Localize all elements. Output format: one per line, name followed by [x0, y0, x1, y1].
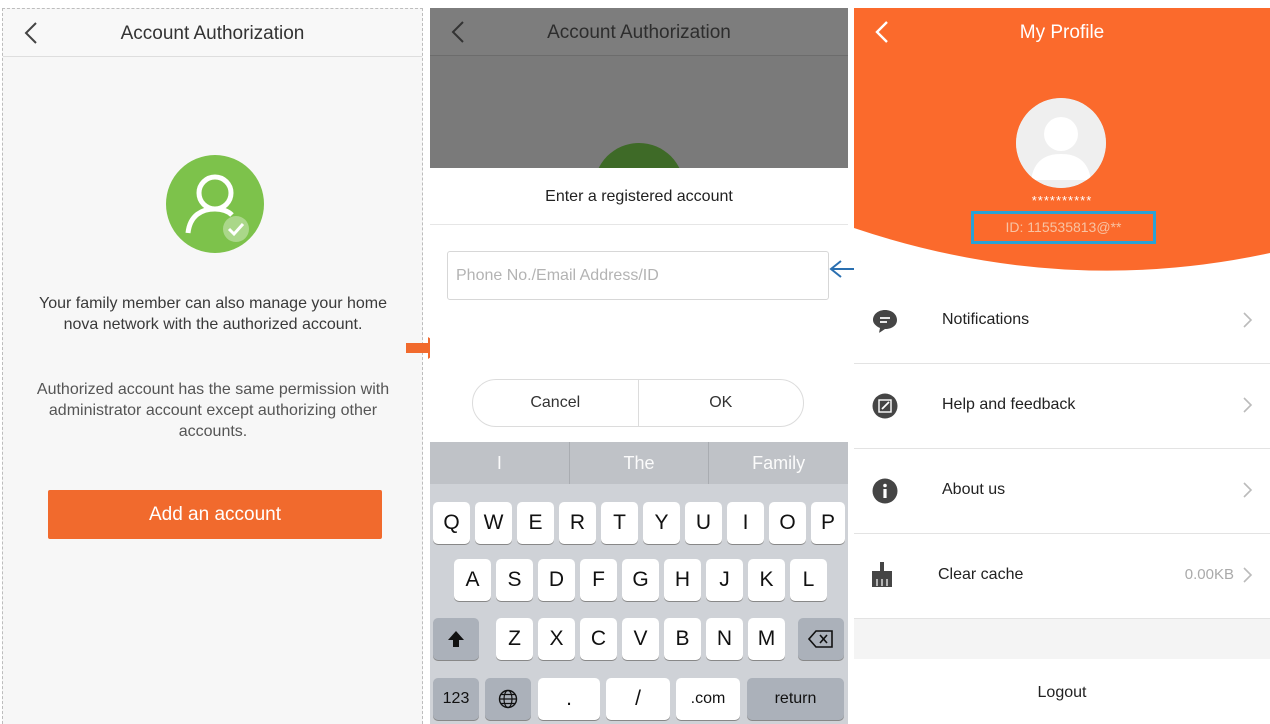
- shift-key[interactable]: [433, 618, 479, 660]
- menu-item-clear-cache[interactable]: Clear cache 0.00KB: [854, 534, 1270, 619]
- avatar[interactable]: [1016, 98, 1106, 188]
- globe-icon: [498, 689, 518, 709]
- page-title: Account Authorization: [120, 23, 305, 44]
- screenshot-collage: Account Authorization Your family member…: [0, 0, 1270, 724]
- key-j[interactable]: J: [706, 559, 743, 601]
- key-e[interactable]: E: [517, 502, 554, 544]
- key-o[interactable]: O: [769, 502, 806, 544]
- key-m[interactable]: M: [748, 618, 785, 660]
- key-w[interactable]: W: [475, 502, 512, 544]
- key-s[interactable]: S: [496, 559, 533, 601]
- nav-bar: Account Authorization: [430, 8, 848, 56]
- key-c[interactable]: C: [580, 618, 617, 660]
- menu-item-label: Help and feedback: [942, 396, 1076, 413]
- dialog-title: Enter a registered account: [545, 188, 733, 205]
- keyboard: I The Family Q W E R T Y U I O P A S D F…: [430, 442, 848, 724]
- key-f[interactable]: F: [580, 559, 617, 601]
- page-title: Account Authorization: [547, 22, 731, 43]
- enter-account-screen: Account Authorization Enter a registered…: [430, 8, 848, 724]
- edit-icon: [872, 393, 898, 419]
- info-icon: [872, 478, 898, 504]
- my-profile-screen: My Profile ********** ID: 115535813@** N…: [854, 8, 1270, 724]
- key-x[interactable]: X: [538, 618, 575, 660]
- menu-item-label: Notifications: [942, 311, 1030, 328]
- prediction-3[interactable]: Family: [708, 442, 848, 484]
- key-dotcom[interactable]: .com: [676, 678, 740, 720]
- authorized-user-icon: [166, 155, 264, 253]
- permission-note: Authorized account has the same permissi…: [36, 381, 390, 440]
- menu-item-notifications[interactable]: Notifications: [854, 279, 1270, 364]
- key-v[interactable]: V: [622, 618, 659, 660]
- key-y[interactable]: Y: [643, 502, 680, 544]
- section-divider: [854, 619, 1270, 659]
- key-r[interactable]: R: [559, 502, 596, 544]
- numbers-key[interactable]: 123: [433, 678, 479, 720]
- key-u[interactable]: U: [685, 502, 722, 544]
- enter-account-dialog: Enter a registered account Cancel OK: [430, 168, 848, 442]
- key-b[interactable]: B: [664, 618, 701, 660]
- username: **********: [1031, 193, 1093, 208]
- page-title: My Profile: [1019, 22, 1105, 43]
- prediction-1[interactable]: I: [430, 442, 569, 484]
- key-slash[interactable]: /: [606, 678, 670, 720]
- menu-item-about-us[interactable]: About us: [854, 449, 1270, 534]
- key-l[interactable]: L: [790, 559, 827, 601]
- backspace-key[interactable]: [798, 618, 844, 660]
- globe-key[interactable]: [485, 678, 531, 720]
- menu-item-label: Clear cache: [938, 566, 1024, 583]
- shift-arrow-icon: [448, 631, 464, 647]
- chat-bubble-icon: [873, 310, 897, 333]
- chevron-right-icon: [1243, 397, 1253, 413]
- return-key[interactable]: return: [747, 678, 844, 720]
- cancel-button[interactable]: Cancel: [473, 380, 638, 426]
- key-d[interactable]: D: [538, 559, 575, 601]
- chevron-right-icon: [1243, 312, 1253, 328]
- menu-item-label: About us: [942, 481, 1006, 498]
- key-n[interactable]: N: [706, 618, 743, 660]
- divider: [430, 224, 848, 225]
- key-a[interactable]: A: [454, 559, 491, 601]
- key-q[interactable]: Q: [433, 502, 470, 544]
- account-input[interactable]: [447, 251, 829, 300]
- backspace-icon: [807, 630, 833, 648]
- add-account-button[interactable]: Add an account: [48, 490, 382, 539]
- key-t[interactable]: T: [601, 502, 638, 544]
- key-g[interactable]: G: [622, 559, 659, 601]
- chevron-right-icon: [1243, 567, 1253, 583]
- menu-item-help-feedback[interactable]: Help and feedback: [854, 364, 1270, 449]
- description-text: Your family member can also manage your …: [38, 295, 388, 333]
- nav-bar: Account Authorization: [3, 9, 422, 57]
- ok-button[interactable]: OK: [637, 380, 804, 426]
- cache-size: 0.00KB: [1184, 566, 1234, 583]
- default-avatar-icon: [1016, 98, 1106, 188]
- key-k[interactable]: K: [748, 559, 785, 601]
- key-i[interactable]: I: [727, 502, 764, 544]
- key-dot[interactable]: .: [538, 678, 600, 720]
- logout-button[interactable]: Logout: [854, 684, 1270, 702]
- broom-icon: [872, 562, 892, 587]
- account-authorization-screen: Account Authorization Your family member…: [2, 8, 423, 724]
- chevron-right-icon: [1243, 482, 1253, 498]
- prediction-2[interactable]: The: [568, 442, 709, 484]
- key-h[interactable]: H: [664, 559, 701, 601]
- key-z[interactable]: Z: [496, 618, 533, 660]
- user-id: ID: 115535813@**: [971, 211, 1156, 244]
- dialog-buttons: Cancel OK: [472, 379, 804, 427]
- prediction-bar: I The Family: [430, 442, 848, 484]
- key-p[interactable]: P: [811, 502, 845, 544]
